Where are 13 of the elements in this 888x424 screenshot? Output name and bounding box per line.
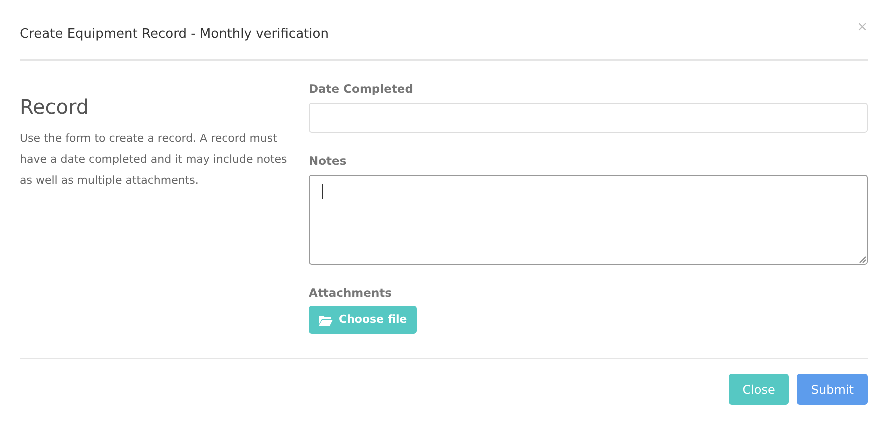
close-button[interactable]: Close — [728, 374, 790, 405]
intro-text: Use the form to create a record. A record must have a date completed and it may include notes as well as multiple attachments. — [20, 131, 288, 189]
dialog-title: Create Equipment Record - Monthly verification — [20, 26, 329, 44]
date-field[interactable] — [309, 103, 868, 133]
field-label: Date Completed — [309, 81, 414, 97]
section-heading: Record — [20, 95, 90, 119]
resize-grip-icon[interactable] — [859, 256, 866, 263]
field-label: Attachments — [309, 285, 393, 301]
field-label: Notes — [309, 153, 348, 169]
submit-button[interactable]: Submit — [797, 374, 868, 405]
notes-field[interactable] — [309, 175, 868, 265]
choose-file-button[interactable]: Choose file — [309, 306, 418, 334]
folder-icon — [319, 314, 333, 326]
